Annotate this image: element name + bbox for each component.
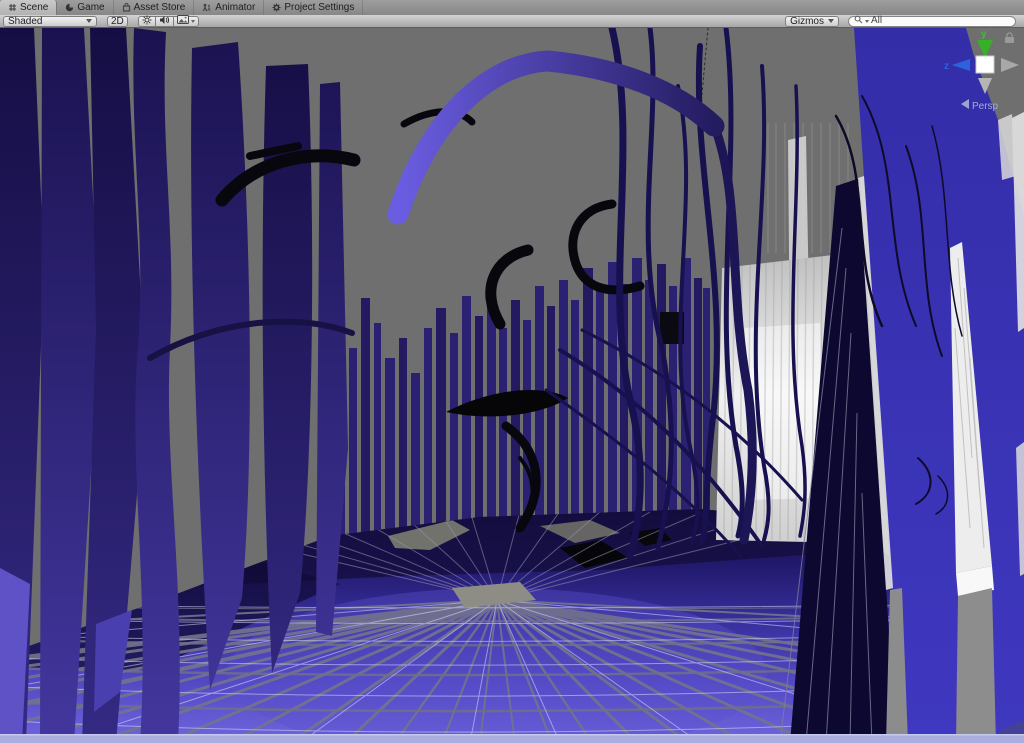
tab-scene-label: Scene [20, 2, 48, 13]
sun-icon [142, 15, 152, 28]
search-value: All [871, 16, 882, 26]
projection-label: Persp [972, 101, 999, 112]
chevron-down-icon [191, 20, 195, 23]
tab-asset-store-label: Asset Store [134, 2, 186, 13]
unity-editor-window: Scene Game Asset Store Animator Project … [0, 0, 1024, 743]
speaker-icon [159, 15, 170, 28]
audio-toggle-button[interactable] [156, 16, 174, 27]
tab-animator[interactable]: Animator [194, 0, 264, 15]
render-mode-dropdown[interactable]: Shaded [3, 16, 97, 27]
chevron-down-icon [828, 19, 834, 23]
gizmo-z-axis-label: z [944, 61, 949, 72]
scene-toolbar: Shaded 2D [0, 15, 1024, 28]
gizmos-dropdown[interactable]: Gizmos [785, 16, 839, 27]
view-tabbar: Scene Game Asset Store Animator Project … [0, 0, 1024, 15]
tab-animator-label: Animator [215, 2, 255, 13]
chevron-down-icon [865, 20, 869, 23]
animator-icon [202, 3, 212, 12]
toggle-2d-button[interactable]: 2D [107, 16, 128, 27]
gizmos-label: Gizmos [790, 16, 824, 27]
image-icon [177, 15, 189, 27]
tab-project-settings[interactable]: Project Settings [264, 0, 363, 15]
tab-game-label: Game [77, 2, 104, 13]
game-icon [65, 3, 74, 12]
tab-game[interactable]: Game [57, 0, 113, 15]
lighting-toggle-button[interactable] [138, 16, 156, 27]
gizmo-center-cube[interactable] [976, 56, 994, 73]
ground-edge-strip [0, 734, 1024, 743]
gizmo-y-axis-label: y [981, 29, 987, 40]
scene-grid-icon [8, 3, 17, 12]
asset-store-icon [122, 3, 131, 12]
chevron-down-icon [86, 19, 92, 23]
tab-asset-store[interactable]: Asset Store [114, 0, 195, 15]
scene-viewport[interactable]: y z Persp [0, 28, 1024, 743]
effects-dropdown-button[interactable] [174, 16, 199, 27]
tab-scene[interactable]: Scene [0, 0, 57, 15]
search-icon [854, 15, 863, 27]
tab-project-settings-label: Project Settings [284, 2, 354, 13]
scene-search-input[interactable]: All [848, 16, 1016, 27]
toggle-2d-label: 2D [111, 16, 124, 27]
render-mode-label: Shaded [8, 16, 42, 27]
settings-gear-icon [272, 3, 281, 12]
